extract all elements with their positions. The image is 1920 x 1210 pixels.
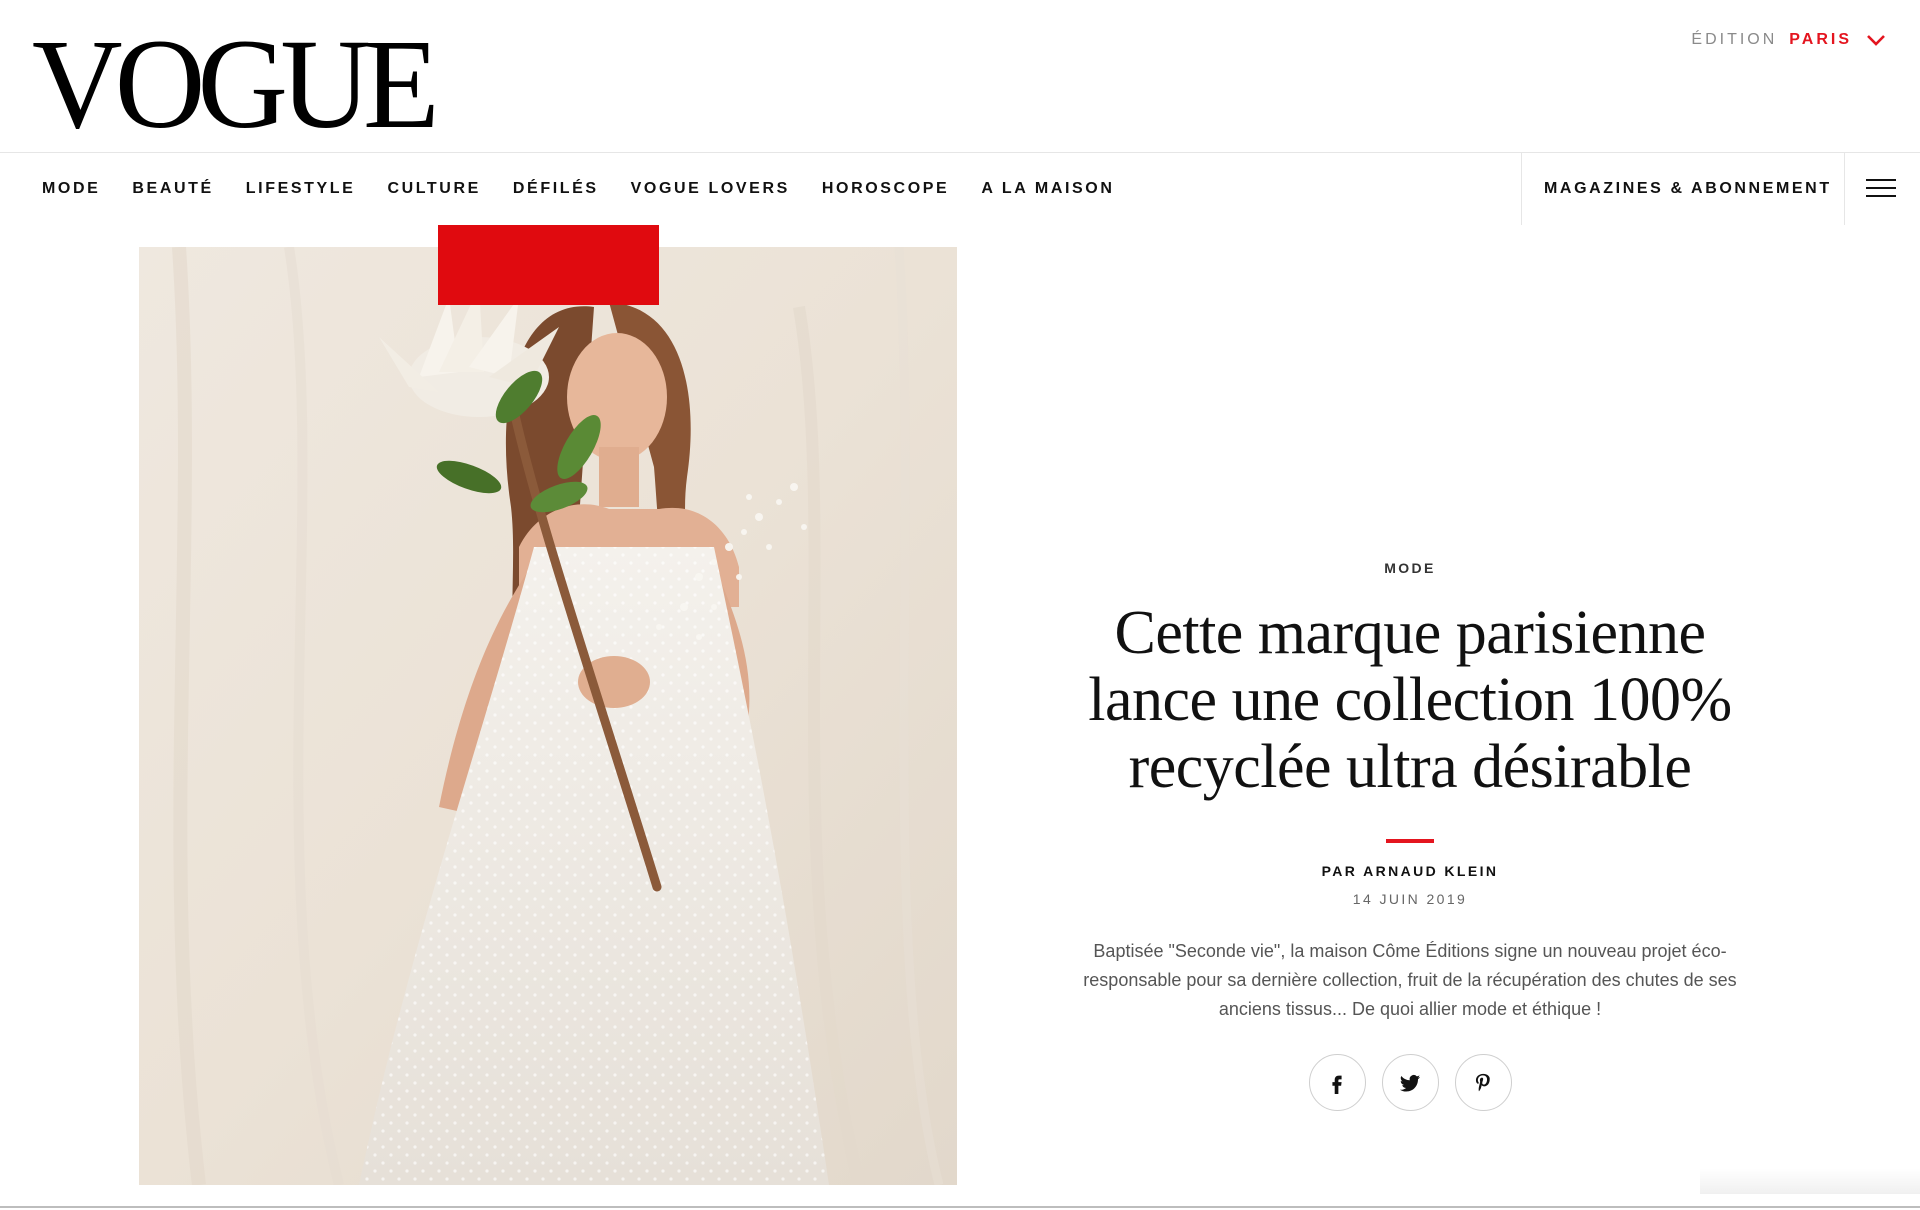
page-shadow — [1700, 1168, 1920, 1194]
nav-item-vogue-lovers[interactable]: VOGUE LOVERS — [631, 180, 790, 198]
edition-selector[interactable]: ÉDITION PARIS — [1691, 31, 1886, 49]
nav-divider — [1521, 153, 1522, 225]
nav-item-beaute[interactable]: BEAUTÉ — [132, 180, 213, 198]
magazines-subscription-link[interactable]: MAGAZINES & ABONNEMENT — [1544, 153, 1832, 225]
share-twitter-button[interactable] — [1381, 1054, 1439, 1111]
nav-item-a-la-maison[interactable]: A LA MAISON — [981, 180, 1114, 198]
red-divider — [1386, 839, 1434, 843]
share-facebook-button[interactable] — [1308, 1054, 1366, 1111]
article-hero-image[interactable] — [139, 247, 957, 1185]
nav-item-mode[interactable]: MODE — [42, 180, 100, 198]
page-bottom-divider — [0, 1206, 1920, 1208]
site-header: VOGUE ÉDITION PARIS — [0, 0, 1920, 152]
share-pinterest-button[interactable] — [1454, 1054, 1512, 1111]
facebook-icon — [1332, 1075, 1342, 1094]
nav-divider — [1844, 153, 1845, 225]
chevron-down-icon[interactable] — [1866, 33, 1886, 47]
red-accent-block — [438, 225, 659, 305]
vogue-logo[interactable]: VOGUE — [32, 20, 440, 148]
article-category[interactable]: MODE — [1060, 560, 1760, 576]
main-navigation: MODE BEAUTÉ LIFESTYLE CULTURE DÉFILÉS VO… — [0, 153, 1920, 225]
hamburger-menu-icon[interactable] — [1866, 175, 1896, 201]
article-date: 14 JUIN 2019 — [1352, 891, 1468, 907]
hero-photo-illustration — [139, 247, 957, 1185]
article-headline[interactable]: Cette marque parisienne lance une collec… — [1060, 600, 1760, 801]
pinterest-icon — [1475, 1073, 1490, 1091]
nav-menu: MODE BEAUTÉ LIFESTYLE CULTURE DÉFILÉS VO… — [42, 153, 1147, 225]
edition-label: ÉDITION — [1691, 31, 1778, 48]
edition-city[interactable]: PARIS — [1789, 31, 1852, 49]
share-buttons — [1060, 1054, 1760, 1111]
nav-item-defiles[interactable]: DÉFILÉS — [513, 180, 599, 198]
article-intro: MODE Cette marque parisienne lance une c… — [1060, 560, 1760, 1111]
article-dek: Baptisée "Seconde vie", la maison Côme É… — [1083, 941, 1737, 1019]
twitter-icon — [1399, 1074, 1421, 1092]
nav-item-lifestyle[interactable]: LIFESTYLE — [246, 180, 356, 198]
nav-item-culture[interactable]: CULTURE — [387, 180, 480, 198]
nav-item-horoscope[interactable]: HOROSCOPE — [822, 180, 949, 198]
article-byline[interactable]: PAR ARNAUD KLEIN — [1060, 863, 1760, 879]
